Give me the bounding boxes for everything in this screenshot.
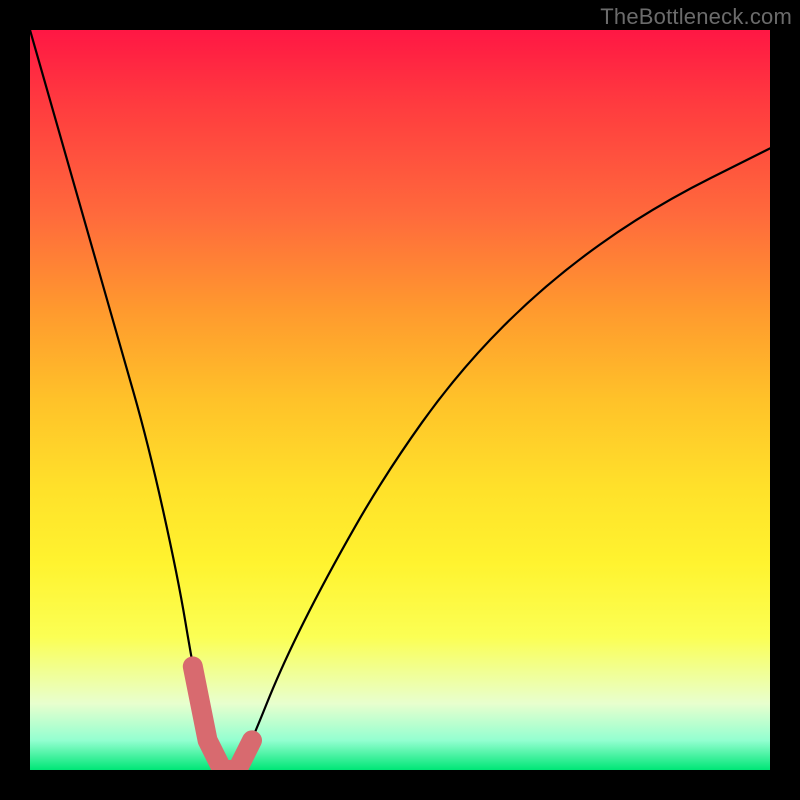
- chart-stage: TheBottleneck.com: [0, 0, 800, 800]
- highlight-segment: [193, 666, 252, 770]
- watermark-text: TheBottleneck.com: [600, 4, 792, 30]
- plot-area: [30, 30, 770, 770]
- bottleneck-curve: [30, 30, 770, 770]
- curve-layer: [30, 30, 770, 770]
